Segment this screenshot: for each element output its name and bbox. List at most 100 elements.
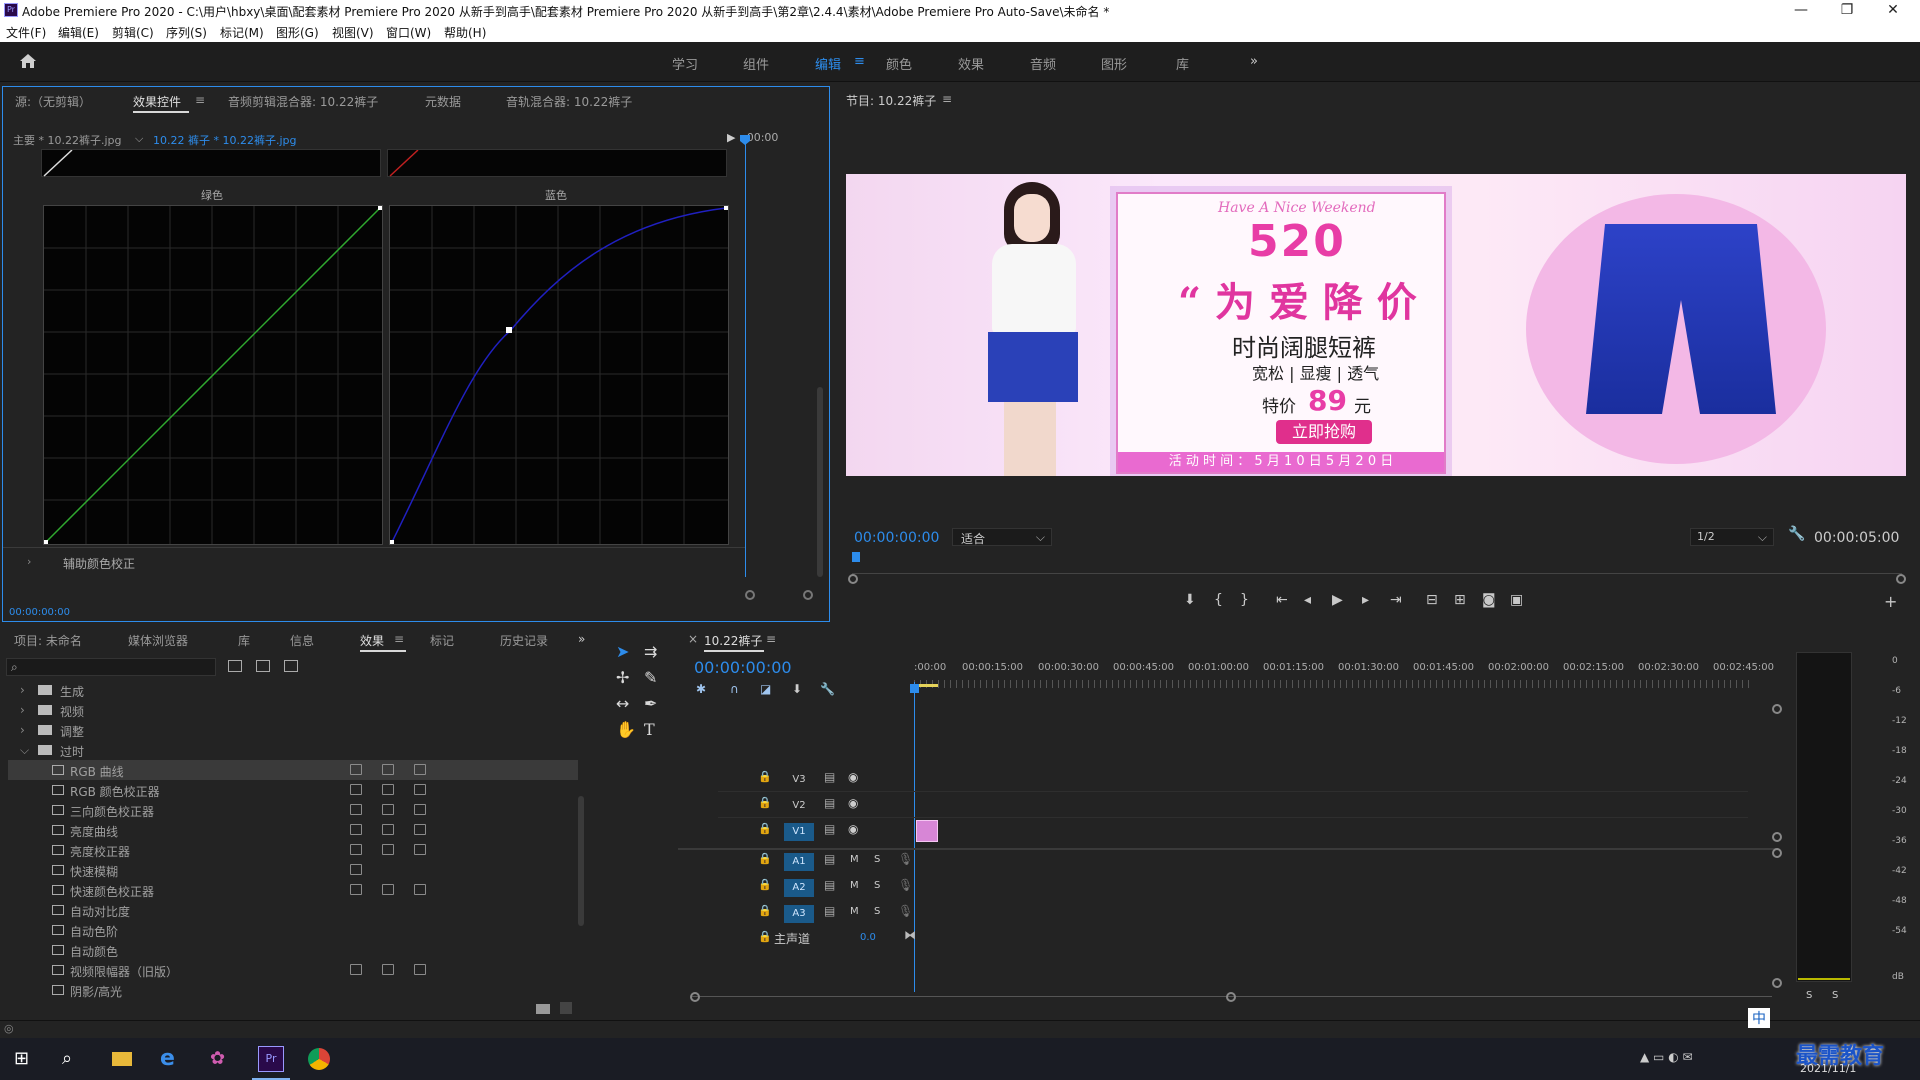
system-tray-icons[interactable]: ▲ ▭ ◐ ✉ bbox=[1640, 1050, 1693, 1064]
play-icon[interactable]: ▶ bbox=[1332, 592, 1343, 608]
secondary-color-correction[interactable]: 辅助颜色校正 bbox=[63, 555, 135, 572]
workspace-color[interactable]: 颜色 bbox=[886, 54, 912, 73]
scrub-right-handle[interactable] bbox=[1896, 574, 1906, 584]
timeline-hscroll-left[interactable] bbox=[690, 992, 700, 1002]
vertical-scrollbar[interactable] bbox=[817, 387, 823, 577]
tab-info[interactable]: 信息 bbox=[290, 632, 314, 649]
step-back-icon[interactable]: ◂ bbox=[1304, 592, 1311, 608]
timeline-vscroll-bottom[interactable] bbox=[1772, 978, 1782, 988]
menu-help[interactable]: 帮助(H) bbox=[444, 24, 486, 41]
marker-icon[interactable]: ⬇ bbox=[792, 682, 802, 696]
track-select-tool-icon[interactable]: ⇉ bbox=[644, 642, 657, 661]
snap-icon[interactable]: ✱ bbox=[696, 682, 706, 696]
workspace-libraries[interactable]: 库 bbox=[1176, 54, 1189, 73]
export-frame-icon[interactable]: ◙ bbox=[1482, 592, 1496, 608]
effect-item[interactable]: RGB 曲线 bbox=[8, 760, 578, 780]
menu-window[interactable]: 窗口(W) bbox=[386, 24, 431, 41]
effects-menu-icon[interactable]: ≡ bbox=[394, 632, 404, 646]
workspace-overflow-icon[interactable]: » bbox=[1250, 54, 1258, 69]
tab-project[interactable]: 项目: 未命名 bbox=[14, 632, 82, 649]
sync-lock-icon[interactable]: ▤ bbox=[824, 822, 835, 836]
eye-icon[interactable]: ◉ bbox=[848, 796, 858, 810]
add-button-icon[interactable]: + bbox=[1884, 592, 1897, 611]
tab-effect-controls[interactable]: 效果控件 bbox=[133, 93, 181, 110]
folder-generate[interactable]: › 生成 bbox=[8, 680, 578, 700]
program-scrubber[interactable] bbox=[852, 552, 1902, 574]
effects-scrollbar[interactable] bbox=[578, 796, 584, 926]
new-bin-icon[interactable] bbox=[536, 1004, 550, 1014]
wrench-icon[interactable]: 🔧 bbox=[1788, 526, 1805, 542]
blue-curve-graph[interactable] bbox=[389, 205, 729, 545]
track-label[interactable]: V2 bbox=[784, 797, 814, 815]
menu-sequence[interactable]: 序列(S) bbox=[166, 24, 207, 41]
timeline-vscroll-mid2[interactable] bbox=[1772, 848, 1782, 858]
ripple-edit-tool-icon[interactable]: ✢ bbox=[616, 668, 629, 687]
effects-search-input[interactable]: ⌕ bbox=[6, 658, 216, 676]
clip-master-label[interactable]: 主要 * 10.22裤子.jpg bbox=[13, 132, 122, 148]
effect-item[interactable]: 阴影/高光 bbox=[8, 980, 578, 1000]
effect-item[interactable]: RGB 颜色校正器 bbox=[8, 780, 578, 800]
go-to-end-icon[interactable]: ⧓ bbox=[904, 928, 916, 942]
lock-icon[interactable]: 🔒 bbox=[758, 852, 772, 865]
pen-tool-icon[interactable]: ✒ bbox=[644, 694, 657, 713]
program-title[interactable]: 节目: 10.22裤子 bbox=[846, 92, 936, 109]
razor-tool-icon[interactable]: ✎ bbox=[644, 668, 657, 687]
tab-media-browser[interactable]: 媒体浏览器 bbox=[128, 632, 188, 649]
green-curve-graph[interactable] bbox=[43, 205, 383, 545]
expand-chevron-icon[interactable]: › bbox=[27, 555, 31, 568]
yuv-filter-icon[interactable] bbox=[284, 660, 298, 672]
mic-icon[interactable]: 🎙 bbox=[898, 852, 913, 866]
track-label[interactable]: V3 bbox=[784, 771, 814, 789]
maximize-button[interactable]: ❐ bbox=[1824, 0, 1870, 20]
mic-icon[interactable]: 🎙 bbox=[898, 904, 913, 918]
sync-lock-icon[interactable]: ▤ bbox=[824, 796, 835, 810]
timeline-ruler[interactable]: :00:00 00:00:15:00 00:00:30:00 00:00:45:… bbox=[914, 662, 1774, 688]
tab-audio-clip-mixer[interactable]: 音频剪辑混合器: 10.22裤子 bbox=[228, 93, 378, 110]
solo-button[interactable]: S bbox=[874, 854, 880, 865]
tab-source[interactable]: 源:（无剪辑） bbox=[15, 93, 91, 110]
effect-item[interactable]: 视频限幅器（旧版） bbox=[8, 960, 578, 980]
lock-icon[interactable]: 🔒 bbox=[758, 904, 772, 917]
lock-icon[interactable]: 🔒 bbox=[758, 770, 772, 783]
track-label[interactable]: V1 bbox=[784, 823, 814, 841]
timeline-vscroll-top[interactable] bbox=[1772, 704, 1782, 714]
timeline-hscroll-right[interactable] bbox=[1226, 992, 1236, 1002]
fit-dropdown[interactable]: 适合 ⌵ bbox=[952, 528, 1052, 546]
mute-button[interactable]: M bbox=[850, 880, 859, 891]
mute-button[interactable]: M bbox=[850, 854, 859, 865]
timeline-vscroll-mid[interactable] bbox=[1772, 832, 1782, 842]
close-button[interactable]: ✕ bbox=[1870, 0, 1916, 20]
solo-button[interactable]: S bbox=[874, 880, 880, 891]
timeline-menu-icon[interactable]: ≡ bbox=[766, 632, 776, 646]
timeline-timecode[interactable]: 00:00:00:00 bbox=[694, 658, 792, 677]
accelerated-filter-icon[interactable] bbox=[228, 660, 242, 672]
search-icon[interactable]: ⌕ bbox=[62, 1048, 72, 1069]
paint-icon[interactable]: ✿ bbox=[210, 1048, 225, 1069]
clip-sequence-label[interactable]: 10.22 裤子 * 10.22裤子.jpg bbox=[153, 132, 297, 148]
home-icon[interactable] bbox=[18, 52, 38, 70]
edge-icon[interactable]: e bbox=[160, 1046, 175, 1071]
workspace-effects[interactable]: 效果 bbox=[958, 54, 984, 73]
extract-icon[interactable]: ⊞ bbox=[1454, 592, 1466, 608]
workspace-assembly[interactable]: 组件 bbox=[743, 54, 769, 73]
timeline-tab[interactable]: 10.22裤子 bbox=[704, 632, 762, 649]
menu-file[interactable]: 文件(F) bbox=[6, 24, 46, 41]
lift-icon[interactable]: ⊟ bbox=[1426, 592, 1438, 608]
premiere-taskbar-icon[interactable]: Pr bbox=[258, 1046, 284, 1072]
h-scroll-left-handle[interactable] bbox=[745, 590, 755, 600]
mark-in-icon[interactable]: { bbox=[1214, 592, 1223, 608]
eye-icon[interactable]: ◉ bbox=[848, 770, 858, 784]
go-to-out-icon[interactable]: ⇥ bbox=[1390, 592, 1402, 608]
add-edit-icon[interactable]: ◪ bbox=[760, 682, 771, 696]
program-timecode[interactable]: 00:00:00:00 bbox=[854, 530, 939, 546]
32bit-filter-icon[interactable] bbox=[256, 660, 270, 672]
type-tool-icon[interactable]: T bbox=[644, 720, 655, 739]
workspace-graphics[interactable]: 图形 bbox=[1101, 54, 1127, 73]
tab-metadata[interactable]: 元数据 bbox=[425, 93, 461, 110]
menu-clip[interactable]: 剪辑(C) bbox=[112, 24, 154, 41]
workspace-learn[interactable]: 学习 bbox=[672, 54, 698, 73]
track-label[interactable]: A1 bbox=[784, 853, 814, 871]
menu-marker[interactable]: 标记(M) bbox=[220, 24, 264, 41]
scrubber-playhead[interactable] bbox=[852, 552, 860, 562]
folder-adjust[interactable]: › 调整 bbox=[8, 720, 578, 740]
